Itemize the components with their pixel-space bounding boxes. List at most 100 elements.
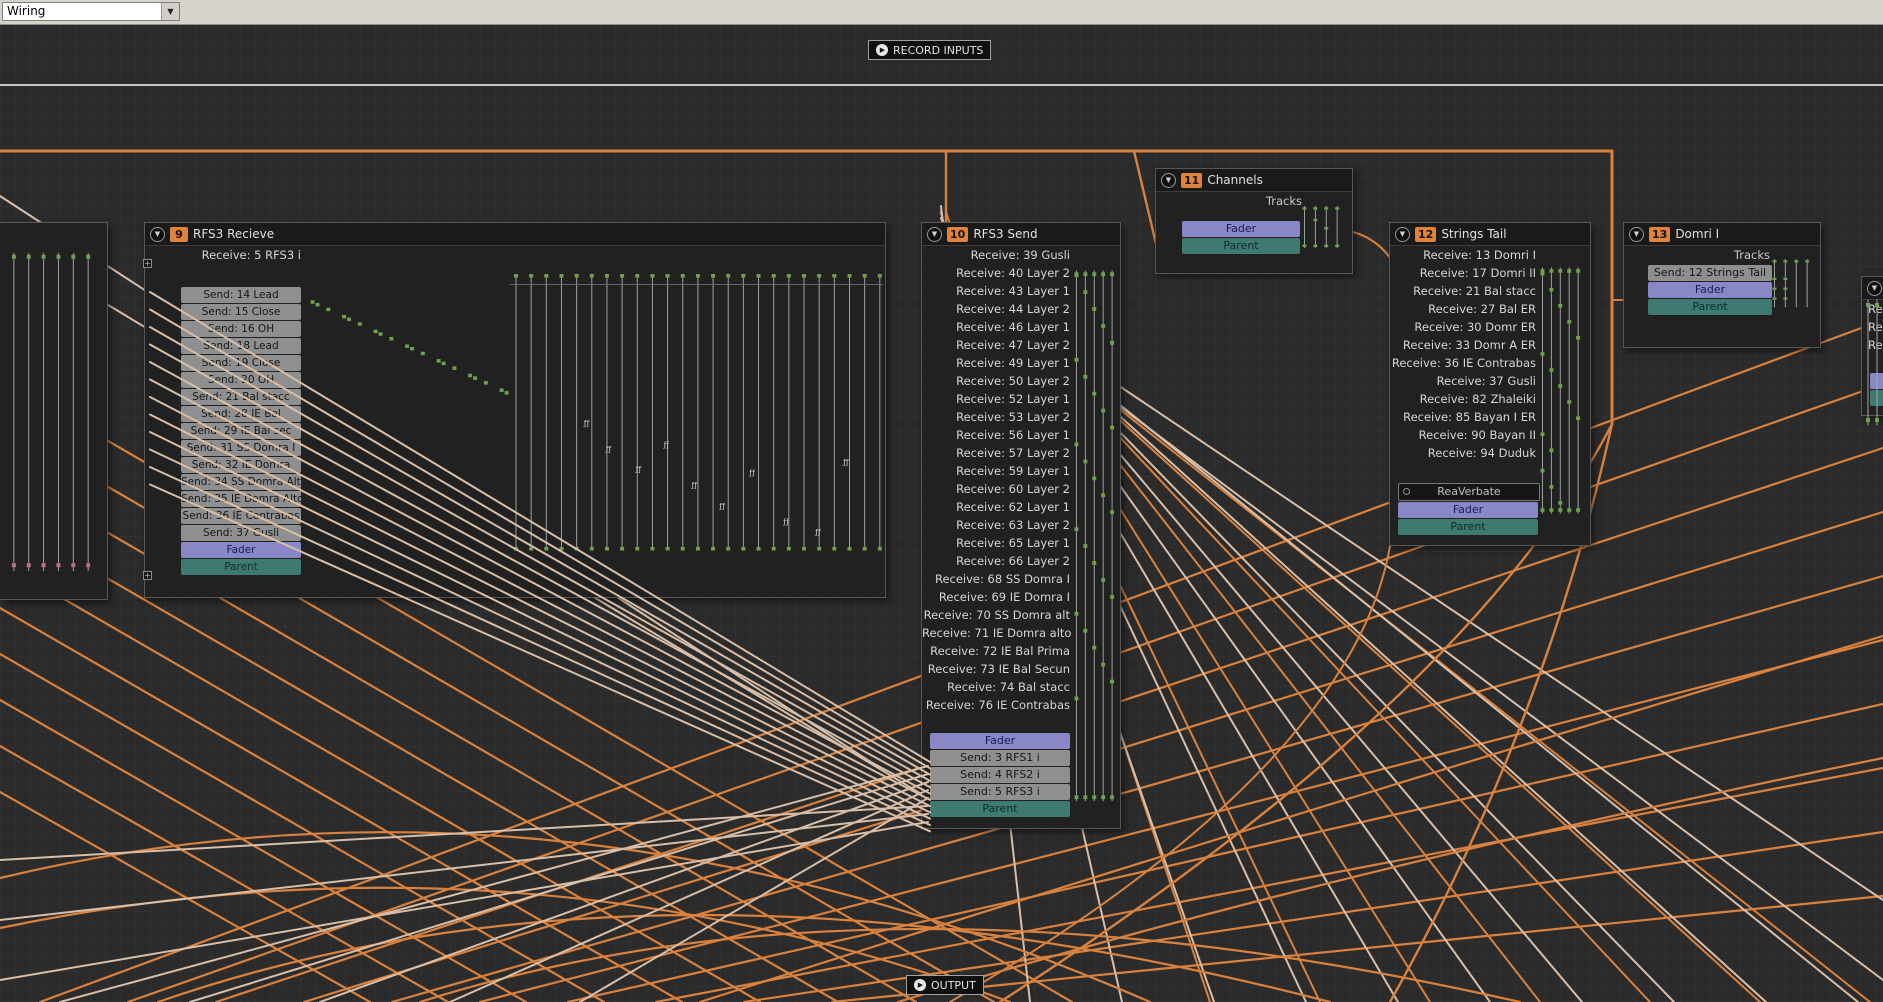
play-icon: ▶: [914, 979, 926, 991]
collapse-icon[interactable]: ▼: [150, 227, 165, 242]
fx-pill[interactable]: ReaVerbate: [1398, 483, 1540, 501]
spacer: [1156, 210, 1352, 220]
collapse-icon[interactable]: ▼: [1629, 227, 1644, 242]
receive-row: Re: [1862, 318, 1883, 336]
node-partial-right[interactable]: ▼ 1 ReReRe Fader Parent: [1861, 276, 1883, 416]
parent-pill[interactable]: Parent: [1648, 299, 1772, 315]
node-header[interactable]: ▼ 12 Strings Tail: [1390, 223, 1590, 246]
tracks-label: Tracks: [1156, 192, 1302, 210]
receive-row: Receive: 60 Layer 2: [922, 480, 1074, 498]
view-selector-value: Wiring: [3, 3, 161, 20]
node-header[interactable]: ▼ 11 Channels: [1156, 169, 1352, 192]
send-pill[interactable]: Send: 4 RFS2 i: [930, 767, 1070, 783]
node-header[interactable]: ▼ 10 RFS3 Send: [922, 223, 1120, 246]
fader-pill[interactable]: Fader: [1870, 373, 1883, 389]
svg-text:ƒƒ: ƒƒ: [663, 441, 670, 449]
record-inputs-node[interactable]: ▶ RECORD INPUTS: [868, 40, 991, 60]
receive-row: Receive: 50 Layer 2: [922, 372, 1074, 390]
wiring-canvas[interactable]: ▶ RECORD INPUTS ▼ 9 RFS3 Recieve Receive…: [0, 0, 1883, 1002]
record-inputs-label: RECORD INPUTS: [893, 44, 983, 57]
spacer: [145, 264, 305, 286]
send-pill[interactable]: Send: 16 OH: [181, 321, 301, 337]
node-header[interactable]: ▼ 9 RFS3 Recieve: [145, 223, 885, 246]
send-pill[interactable]: Send: 32 IE Domra: [181, 457, 301, 473]
receive-row: Receive: 40 Layer 2: [922, 264, 1074, 282]
send-pill[interactable]: Send: 15 Close: [181, 304, 301, 320]
receive-row: Receive: 63 Layer 2: [922, 516, 1074, 534]
receive-row: Receive: 59 Layer 1: [922, 462, 1074, 480]
send-pill[interactable]: Send: 21 Bal stacc: [181, 389, 301, 405]
svg-text:ƒƒ: ƒƒ: [690, 481, 697, 489]
track-number-badge: 10: [947, 227, 968, 242]
svg-text:ƒƒ: ƒƒ: [635, 465, 642, 473]
collapse-icon[interactable]: ▼: [927, 227, 942, 242]
fader-pill[interactable]: Fader: [1398, 502, 1538, 518]
svg-text:ƒƒ: ƒƒ: [814, 528, 821, 536]
node-title: RFS3 Recieve: [193, 227, 274, 241]
receive-row: Receive: 69 IE Domra I: [922, 588, 1074, 606]
receive-row: Receive: 74 Bal stacc: [922, 678, 1074, 696]
output-node[interactable]: ▶ OUTPUT: [906, 975, 984, 995]
node-strings-tail[interactable]: ▼ 12 Strings Tail Receive: 13 Domri IRec…: [1389, 222, 1591, 546]
track-number-badge: 13: [1649, 227, 1670, 242]
collapse-icon[interactable]: ▼: [1161, 173, 1176, 188]
receive-row: Receive: 94 Duduk: [1390, 444, 1540, 462]
send-pill[interactable]: Send: 5 RFS3 i: [930, 784, 1070, 800]
send-pill[interactable]: Send: 37 Gusli: [181, 525, 301, 541]
fader-pill[interactable]: Fader: [1182, 221, 1300, 237]
send-pill[interactable]: Send: 34 SS Domra Alto: [181, 474, 301, 490]
track-number-badge: 12: [1415, 227, 1436, 242]
receive-row: Receive: 17 Domri II: [1390, 264, 1540, 282]
node-header[interactable]: ▼ 1: [1862, 277, 1883, 300]
view-selector[interactable]: Wiring ▼: [2, 2, 180, 21]
node-header[interactable]: ▼ 13 Domri I: [1624, 223, 1820, 246]
node-title: RFS3 Send: [973, 227, 1037, 241]
node-rfs3-send[interactable]: ▼ 10 RFS3 Send Receive: 39 GusliReceive:…: [921, 222, 1121, 829]
send-pill[interactable]: Send: 31 SS Domra I: [181, 440, 301, 456]
node-channels[interactable]: ▼ 11 Channels Tracks Fader Parent: [1155, 168, 1353, 274]
send-pill[interactable]: Send: 35 IE Domra Alto: [181, 491, 301, 507]
receive-row: Receive: 90 Bayan II: [1390, 426, 1540, 444]
receive-row: Receive: 62 Layer 1: [922, 498, 1074, 516]
receives-list: Receive: 39 GusliReceive: 40 Layer 2Rece…: [922, 246, 1074, 714]
send-pill[interactable]: Send: 18 Lead: [181, 338, 301, 354]
node-domri-i[interactable]: ▼ 13 Domri I Tracks Send: 12 Strings Tai…: [1623, 222, 1821, 348]
svg-text:ƒƒ: ƒƒ: [842, 458, 849, 466]
receive-row: Re: [1862, 300, 1883, 318]
receive-row: Receive: 43 Layer 1: [922, 282, 1074, 300]
chevron-down-icon[interactable]: ▼: [161, 3, 179, 20]
receive-row: Receive: 70 SS Domra alt: [922, 606, 1074, 624]
receive-row: Receive: 47 Layer 2: [922, 336, 1074, 354]
send-pill[interactable]: Send: 14 Lead: [181, 287, 301, 303]
parent-pill[interactable]: Parent: [1870, 390, 1883, 406]
collapse-icon[interactable]: ▼: [1395, 227, 1410, 242]
parent-pill[interactable]: Parent: [1398, 519, 1538, 535]
collapse-icon[interactable]: ▼: [1867, 281, 1882, 296]
receive-row: Receive: 56 Layer 1: [922, 426, 1074, 444]
parent-pill[interactable]: Parent: [1182, 238, 1300, 254]
toolbar: Wiring ▼: [0, 0, 1883, 25]
parent-pill[interactable]: Parent: [181, 559, 301, 575]
fader-pill[interactable]: Fader: [181, 542, 301, 558]
collapse-handle[interactable]: +: [143, 571, 152, 580]
fader-pill[interactable]: Fader: [1648, 282, 1772, 298]
send-pill[interactable]: Send: 3 RFS1 i: [930, 750, 1070, 766]
node-title: Strings Tail: [1441, 227, 1506, 241]
play-icon: ▶: [876, 44, 888, 56]
send-pill[interactable]: Send: 29 IE Bal sec: [181, 423, 301, 439]
node-partial-left[interactable]: [0, 222, 108, 600]
fader-pill[interactable]: Fader: [930, 733, 1070, 749]
send-pill[interactable]: Send: 12 Strings Tail: [1648, 265, 1772, 281]
fx-enable-dot[interactable]: [1403, 488, 1410, 495]
send-pill[interactable]: Send: 19 Close: [181, 355, 301, 371]
collapse-handle[interactable]: +: [143, 259, 152, 268]
track-number-badge: 9: [170, 227, 188, 242]
node-rfs3-recieve[interactable]: ▼ 9 RFS3 Recieve Receive: 5 RFS3 i Send:…: [144, 222, 886, 598]
receive-row: Receive: 71 IE Domra alto: [922, 624, 1074, 642]
send-pill[interactable]: Send: 20 OH: [181, 372, 301, 388]
send-pill[interactable]: Send: 28 IE Bal: [181, 406, 301, 422]
parent-pill[interactable]: Parent: [930, 801, 1070, 817]
send-pill[interactable]: Send: 36 IE Contrabas: [181, 508, 301, 524]
sends-list: Send: 14 LeadSend: 15 CloseSend: 16 OHSe…: [145, 287, 305, 541]
spacer: [1862, 354, 1883, 372]
